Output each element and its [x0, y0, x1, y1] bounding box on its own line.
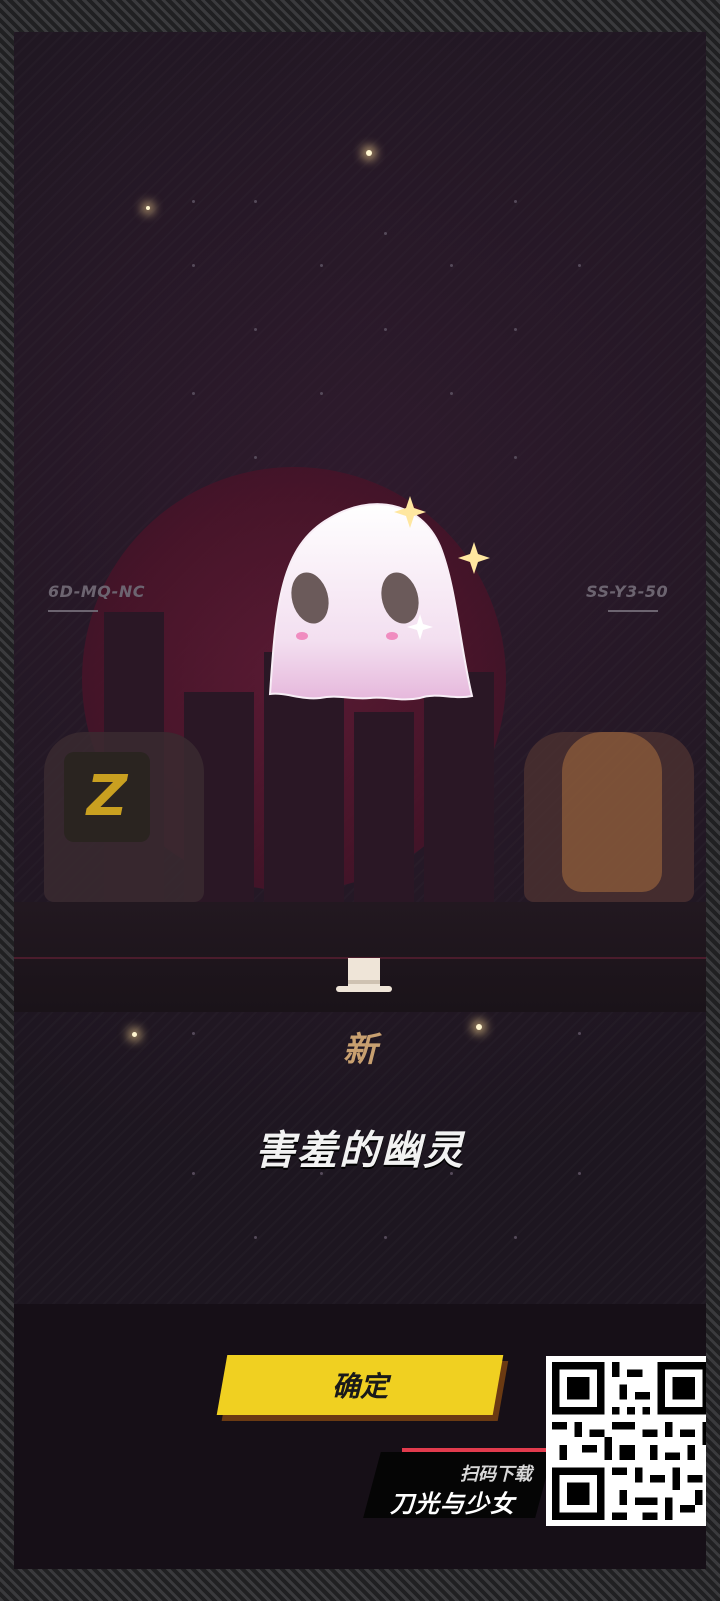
right-code-underline — [608, 610, 658, 612]
top-hat-icon — [334, 952, 394, 998]
confirm-button-label: 确定 — [331, 1370, 388, 1403]
left-code-underline — [48, 610, 98, 612]
sparkle-light — [366, 150, 372, 156]
promo-accent-line — [402, 1448, 550, 1452]
city-skyline — [354, 712, 414, 912]
qr-code — [546, 1356, 706, 1526]
sparkle-light — [146, 206, 150, 210]
bear-character — [562, 732, 662, 892]
item-name: 害羞的幽灵 — [255, 1128, 465, 1174]
new-tag: 新 — [343, 1030, 377, 1070]
right-code-label: SS-Y3-50 — [586, 582, 669, 601]
promo-subtitle: 扫码下载 — [460, 1464, 532, 1485]
z-badge-icon: Z — [64, 752, 150, 842]
left-code-label: 6D-MQ-NC — [48, 582, 145, 601]
reward-panel: Z 6D-MQ-NC SS-Y3-50 新 害羞的幽灵 确定 扫码下载 刀光与少… — [14, 32, 706, 1569]
promo-title: 刀光与少女 — [390, 1490, 515, 1518]
confirm-button[interactable]: 确定 — [216, 1355, 504, 1415]
ghost-icon — [240, 486, 500, 726]
